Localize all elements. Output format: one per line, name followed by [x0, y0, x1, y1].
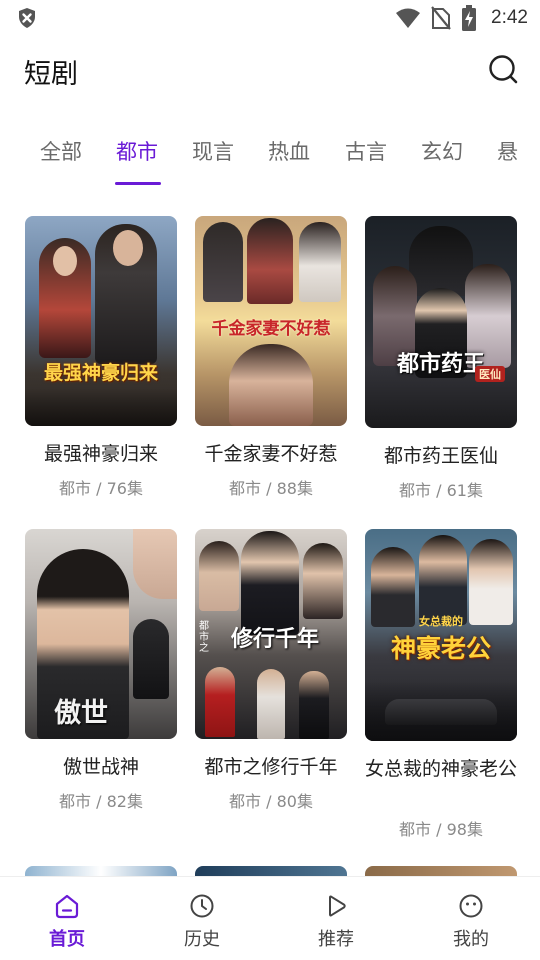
- drama-poster[interactable]: 傲世: [25, 529, 177, 739]
- poster-subtitle: 女总裁的: [419, 615, 463, 628]
- play-icon: [329, 895, 346, 917]
- drama-meta: 都市 / 82集: [59, 792, 143, 811]
- drama-meta: 都市 / 80集: [229, 792, 313, 811]
- drama-poster[interactable]: 都市之 修行千年: [195, 529, 347, 739]
- poster-title: 傲世: [54, 698, 108, 729]
- drama-card[interactable]: 傲世 傲世战神 都市 / 82集: [25, 529, 177, 811]
- poster-title: 千金家妻不好惹: [211, 319, 331, 339]
- smiley-icon: [459, 894, 483, 918]
- drama-title: 千金家妻不好惹: [204, 443, 338, 465]
- drama-poster[interactable]: 最强神豪归来: [25, 216, 177, 426]
- nav-recommend[interactable]: 推荐: [296, 893, 376, 951]
- drama-meta: 都市 / 98集: [399, 820, 483, 839]
- poster-title: 修行千年: [230, 626, 319, 652]
- drama-poster-partial[interactable]: [25, 866, 177, 876]
- drama-meta: 都市 / 61集: [399, 481, 483, 500]
- drama-poster-partial[interactable]: [365, 866, 517, 876]
- drama-card[interactable]: 女总裁的 神豪老公 女总裁的神豪老公 都市 / 98集: [365, 529, 517, 839]
- drama-card[interactable]: 都市药王 医仙 都市药王医仙 都市 / 61集: [365, 216, 517, 500]
- drama-grid: 最强神豪归来 最强神豪归来 都市 / 76集 千金家妻不好惹 千金家妻不好惹 都…: [0, 0, 540, 876]
- drama-poster[interactable]: 女总裁的 神豪老公: [365, 529, 517, 741]
- nav-history[interactable]: 历史: [162, 893, 242, 951]
- drama-card[interactable]: 最强神豪归来 最强神豪归来 都市 / 76集: [25, 216, 177, 498]
- drama-title: 最强神豪归来: [43, 443, 158, 465]
- poster-title: 最强神豪归来: [43, 362, 158, 384]
- drama-title: 女总裁的神豪老公: [365, 758, 518, 780]
- bottom-navigation: 首页 历史 推荐 我的: [0, 876, 540, 960]
- home-icon: [55, 894, 79, 919]
- drama-card[interactable]: 千金家妻不好惹 千金家妻不好惹 都市 / 88集: [195, 216, 347, 498]
- drama-title: 都市之修行千年: [204, 756, 338, 778]
- poster-badge: 医仙: [475, 366, 505, 382]
- drama-poster-partial[interactable]: [195, 866, 347, 876]
- nav-home-label: 首页: [49, 929, 85, 950]
- drama-meta: 都市 / 76集: [59, 479, 143, 498]
- nav-history-label: 历史: [184, 929, 220, 950]
- nav-mine[interactable]: 我的: [431, 893, 511, 951]
- nav-recommend-label: 推荐: [318, 929, 354, 950]
- poster-title: 神豪老公: [390, 634, 491, 663]
- drama-title: 都市药王医仙: [383, 445, 498, 467]
- drama-poster[interactable]: 千金家妻不好惹: [195, 216, 347, 426]
- drama-meta: 都市 / 88集: [229, 479, 313, 498]
- nav-mine-label: 我的: [453, 929, 489, 950]
- drama-card[interactable]: 都市之 修行千年 都市之修行千年 都市 / 80集: [195, 529, 347, 811]
- drama-poster[interactable]: 都市药王 医仙: [365, 216, 517, 428]
- clock-icon: [190, 894, 214, 918]
- nav-home[interactable]: 首页: [27, 893, 107, 951]
- drama-title: 傲世战神: [62, 756, 139, 778]
